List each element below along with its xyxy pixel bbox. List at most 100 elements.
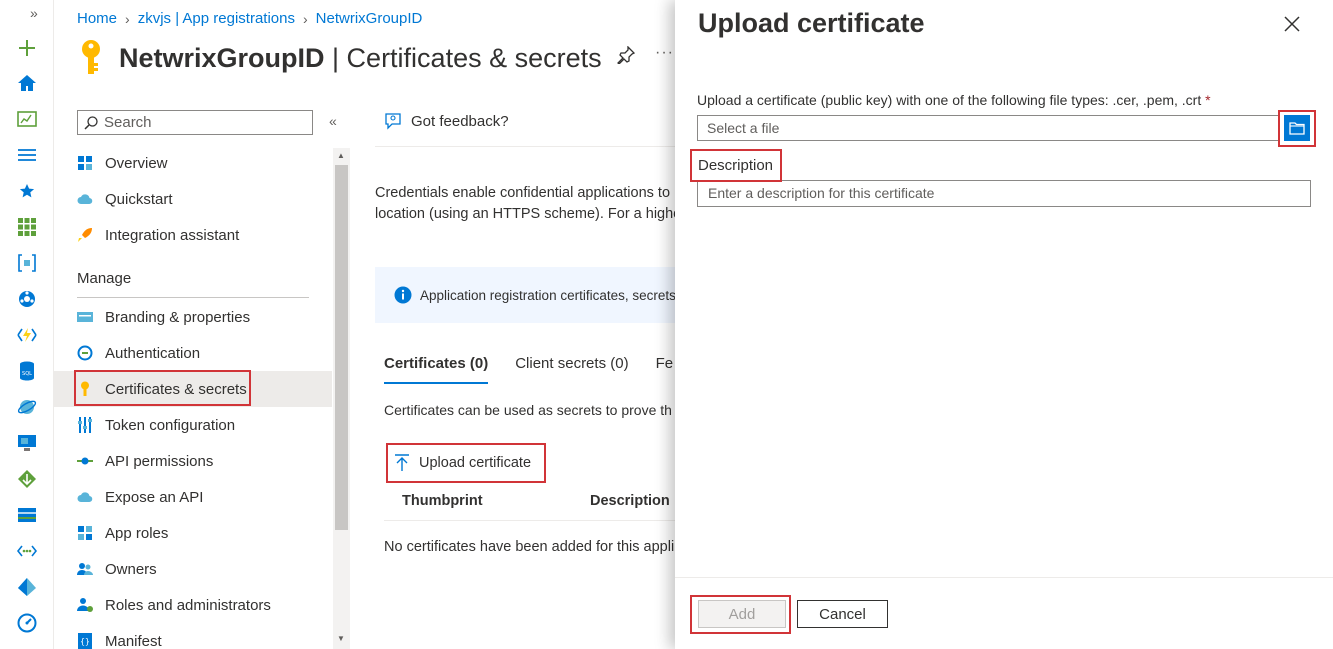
folder-open-icon bbox=[1289, 122, 1305, 135]
expose-api-cloud-icon bbox=[77, 489, 93, 505]
feedback-icon bbox=[385, 113, 401, 130]
nav-item-roles-administrators[interactable]: Roles and administrators bbox=[54, 587, 332, 623]
rocket-icon bbox=[77, 227, 93, 243]
page-header: NetwrixGroupID | Certificates & secrets bbox=[77, 38, 602, 78]
app-services-icon[interactable] bbox=[17, 289, 37, 309]
nav-item-token-configuration[interactable]: Token configuration bbox=[54, 407, 332, 443]
tab-certificates[interactable]: Certificates (0) bbox=[384, 355, 489, 384]
virtual-machines-icon[interactable] bbox=[17, 433, 37, 453]
toolbar-divider bbox=[375, 146, 675, 147]
all-resources-grid-icon[interactable] bbox=[17, 217, 37, 237]
cosmos-db-icon[interactable] bbox=[17, 397, 37, 417]
more-options-icon[interactable]: ··· bbox=[655, 44, 674, 62]
nav-label: Manifest bbox=[105, 632, 162, 649]
load-balancers-icon[interactable] bbox=[17, 469, 37, 489]
all-services-icon[interactable] bbox=[17, 145, 37, 165]
sql-database-icon[interactable]: SQL bbox=[17, 361, 37, 381]
scroll-up-arrow-icon[interactable]: ▲ bbox=[337, 151, 345, 160]
nav-label: Authentication bbox=[105, 344, 201, 362]
empty-table-message: No certificates have been added for this… bbox=[384, 539, 675, 555]
nav-section-manage: Manage bbox=[77, 270, 132, 287]
nav-label: App roles bbox=[105, 524, 169, 542]
tab-federated-credentials[interactable]: Fe bbox=[656, 355, 674, 384]
nav-item-integration-assistant[interactable]: Integration assistant bbox=[54, 217, 332, 253]
nav-search-input[interactable]: Search bbox=[77, 110, 313, 135]
search-icon bbox=[84, 115, 98, 130]
browse-file-button[interactable] bbox=[1284, 115, 1310, 141]
nav-label: API permissions bbox=[105, 452, 214, 470]
tab-client-secrets[interactable]: Client secrets (0) bbox=[515, 355, 628, 384]
portal-icon-rail: » SQL bbox=[0, 0, 54, 649]
upload-arrow-icon bbox=[395, 454, 409, 471]
nav-label: Roles and administrators bbox=[105, 596, 271, 614]
table-header-divider bbox=[384, 520, 675, 521]
entra-id-icon[interactable] bbox=[17, 577, 37, 597]
nav-item-branding[interactable]: Branding & properties bbox=[54, 299, 332, 335]
key-icon bbox=[77, 381, 93, 397]
upload-certificate-label: Upload certificate bbox=[419, 455, 532, 471]
upload-certificate-panel: Upload certificate Upload a certificate … bbox=[675, 0, 1333, 649]
monitor-icon[interactable] bbox=[17, 613, 37, 633]
collapse-nav-icon[interactable]: « bbox=[329, 113, 337, 129]
virtual-networks-icon[interactable] bbox=[17, 541, 37, 561]
certificates-info-text: Certificates can be used as secrets to p… bbox=[384, 402, 672, 418]
app-roles-icon bbox=[77, 525, 93, 541]
cancel-button[interactable]: Cancel bbox=[797, 600, 888, 628]
description-input[interactable]: Enter a description for this certificate bbox=[697, 180, 1311, 207]
column-header-description: Description bbox=[590, 493, 670, 509]
breadcrumb: Home › zkvjs | App registrations › Netwr… bbox=[77, 10, 422, 27]
column-header-thumbprint: Thumbprint bbox=[402, 493, 483, 509]
overview-grid-icon bbox=[77, 155, 93, 171]
description-line: location (using an HTTPS scheme). For a … bbox=[375, 206, 675, 222]
home-icon[interactable] bbox=[17, 73, 37, 93]
info-icon bbox=[394, 286, 412, 304]
nav-item-app-roles[interactable]: App roles bbox=[54, 515, 332, 551]
chevron-right-icon: › bbox=[302, 10, 308, 27]
breadcrumb-home[interactable]: Home bbox=[77, 10, 117, 27]
close-icon[interactable] bbox=[1282, 14, 1302, 34]
storage-accounts-icon[interactable] bbox=[17, 505, 37, 525]
expand-menu-icon[interactable]: » bbox=[30, 5, 38, 21]
nav-label: Token configuration bbox=[105, 416, 236, 434]
feedback-button[interactable]: Got feedback? bbox=[384, 112, 509, 130]
nav-label: Overview bbox=[105, 154, 168, 172]
panel-footer-divider bbox=[675, 577, 1333, 578]
nav-item-authentication[interactable]: Authentication bbox=[54, 335, 332, 371]
resource-groups-icon[interactable] bbox=[17, 253, 37, 273]
select-file-input[interactable]: Select a file bbox=[697, 115, 1280, 141]
nav-label: Owners bbox=[105, 560, 157, 578]
create-resource-icon[interactable] bbox=[17, 38, 37, 58]
scroll-down-arrow-icon[interactable]: ▼ bbox=[337, 634, 345, 643]
nav-scrollbar[interactable]: ▲ ▼ bbox=[333, 148, 350, 649]
scrollbar-thumb[interactable] bbox=[335, 165, 348, 530]
nav-label: Integration assistant bbox=[105, 226, 240, 244]
upload-certificate-button[interactable]: Upload certificate bbox=[388, 446, 541, 480]
info-message-bar: Application registration certificates, s… bbox=[375, 267, 675, 323]
nav-item-manifest[interactable]: {} Manifest bbox=[54, 623, 332, 649]
favorites-star-icon[interactable] bbox=[17, 181, 37, 201]
add-button[interactable]: Add bbox=[698, 600, 786, 628]
nav-item-expose-api[interactable]: Expose an API bbox=[54, 479, 332, 515]
function-app-icon[interactable] bbox=[17, 325, 37, 345]
key-icon bbox=[82, 40, 100, 74]
nav-item-certificates-secrets[interactable]: Certificates & secrets bbox=[54, 371, 332, 407]
breadcrumb-app-registrations[interactable]: zkvjs | App registrations bbox=[138, 10, 295, 27]
file-input-placeholder: Select a file bbox=[707, 120, 780, 136]
nav-item-owners[interactable]: Owners bbox=[54, 551, 332, 587]
nav-item-api-permissions[interactable]: API permissions bbox=[54, 443, 332, 479]
breadcrumb-app[interactable]: NetwrixGroupID bbox=[316, 10, 423, 27]
feedback-label: Got feedback? bbox=[411, 112, 509, 130]
quickstart-cloud-icon bbox=[77, 191, 93, 207]
credentials-description: Credentials enable confidential applicat… bbox=[375, 183, 675, 225]
nav-item-overview[interactable]: Overview bbox=[54, 145, 332, 181]
manifest-icon: {} bbox=[77, 633, 93, 649]
panel-title: Upload certificate bbox=[698, 8, 925, 38]
nav-label: Expose an API bbox=[105, 488, 204, 506]
branding-icon bbox=[77, 309, 93, 325]
pin-icon[interactable] bbox=[617, 45, 636, 69]
page-title: NetwrixGroupID | Certificates & secrets bbox=[119, 42, 602, 73]
dashboard-icon[interactable] bbox=[17, 109, 37, 129]
nav-item-quickstart[interactable]: Quickstart bbox=[54, 181, 332, 217]
upload-label-text: Upload a certificate (public key) with o… bbox=[697, 92, 1202, 108]
nav-label: Branding & properties bbox=[105, 308, 251, 326]
